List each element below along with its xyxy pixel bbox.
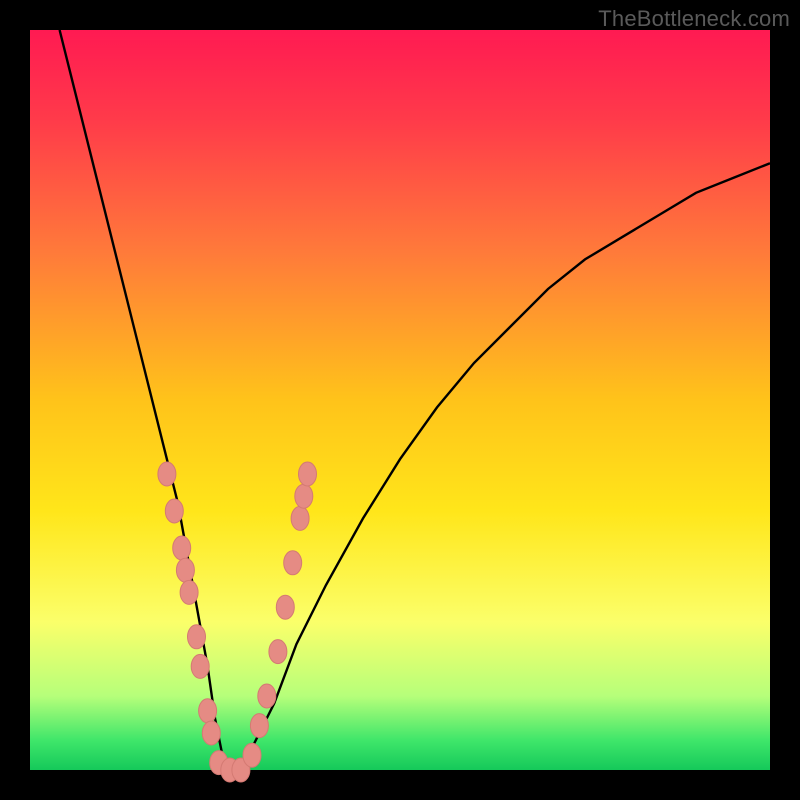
marker-point xyxy=(199,699,217,723)
bottleneck-curve xyxy=(60,30,770,770)
marker-point xyxy=(291,506,309,530)
marker-point xyxy=(173,536,191,560)
marker-point xyxy=(250,714,268,738)
chart-svg xyxy=(30,30,770,770)
marker-point xyxy=(176,558,194,582)
marker-point xyxy=(269,640,287,664)
watermark-text: TheBottleneck.com xyxy=(598,6,790,32)
marker-point xyxy=(202,721,220,745)
marker-point xyxy=(165,499,183,523)
marker-point xyxy=(191,654,209,678)
marker-point xyxy=(258,684,276,708)
marker-point xyxy=(299,462,317,486)
plot-area xyxy=(30,30,770,770)
marker-point xyxy=(188,625,206,649)
marker-point xyxy=(243,743,261,767)
marker-point xyxy=(295,484,313,508)
marker-point xyxy=(158,462,176,486)
marker-point xyxy=(180,580,198,604)
marker-point xyxy=(276,595,294,619)
chart-frame: TheBottleneck.com xyxy=(0,0,800,800)
highlighted-points xyxy=(158,462,317,782)
marker-point xyxy=(284,551,302,575)
